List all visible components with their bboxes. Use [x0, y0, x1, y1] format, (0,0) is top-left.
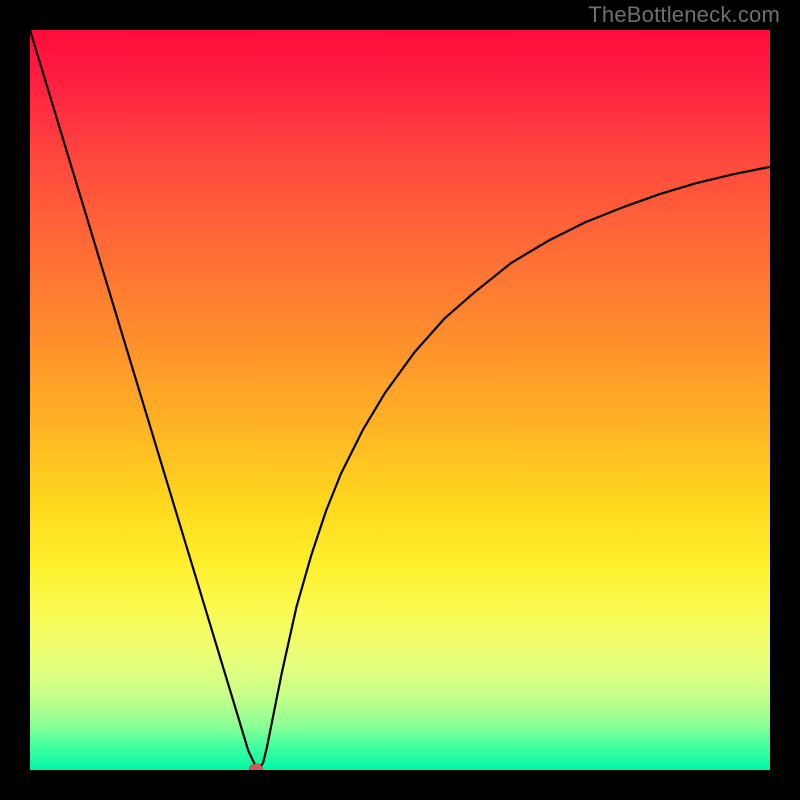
plot-area	[30, 30, 770, 770]
bottleneck-curve	[30, 30, 770, 770]
watermark-text: TheBottleneck.com	[588, 2, 780, 28]
chart-frame: TheBottleneck.com	[0, 0, 800, 800]
optimum-marker-icon	[249, 763, 263, 770]
